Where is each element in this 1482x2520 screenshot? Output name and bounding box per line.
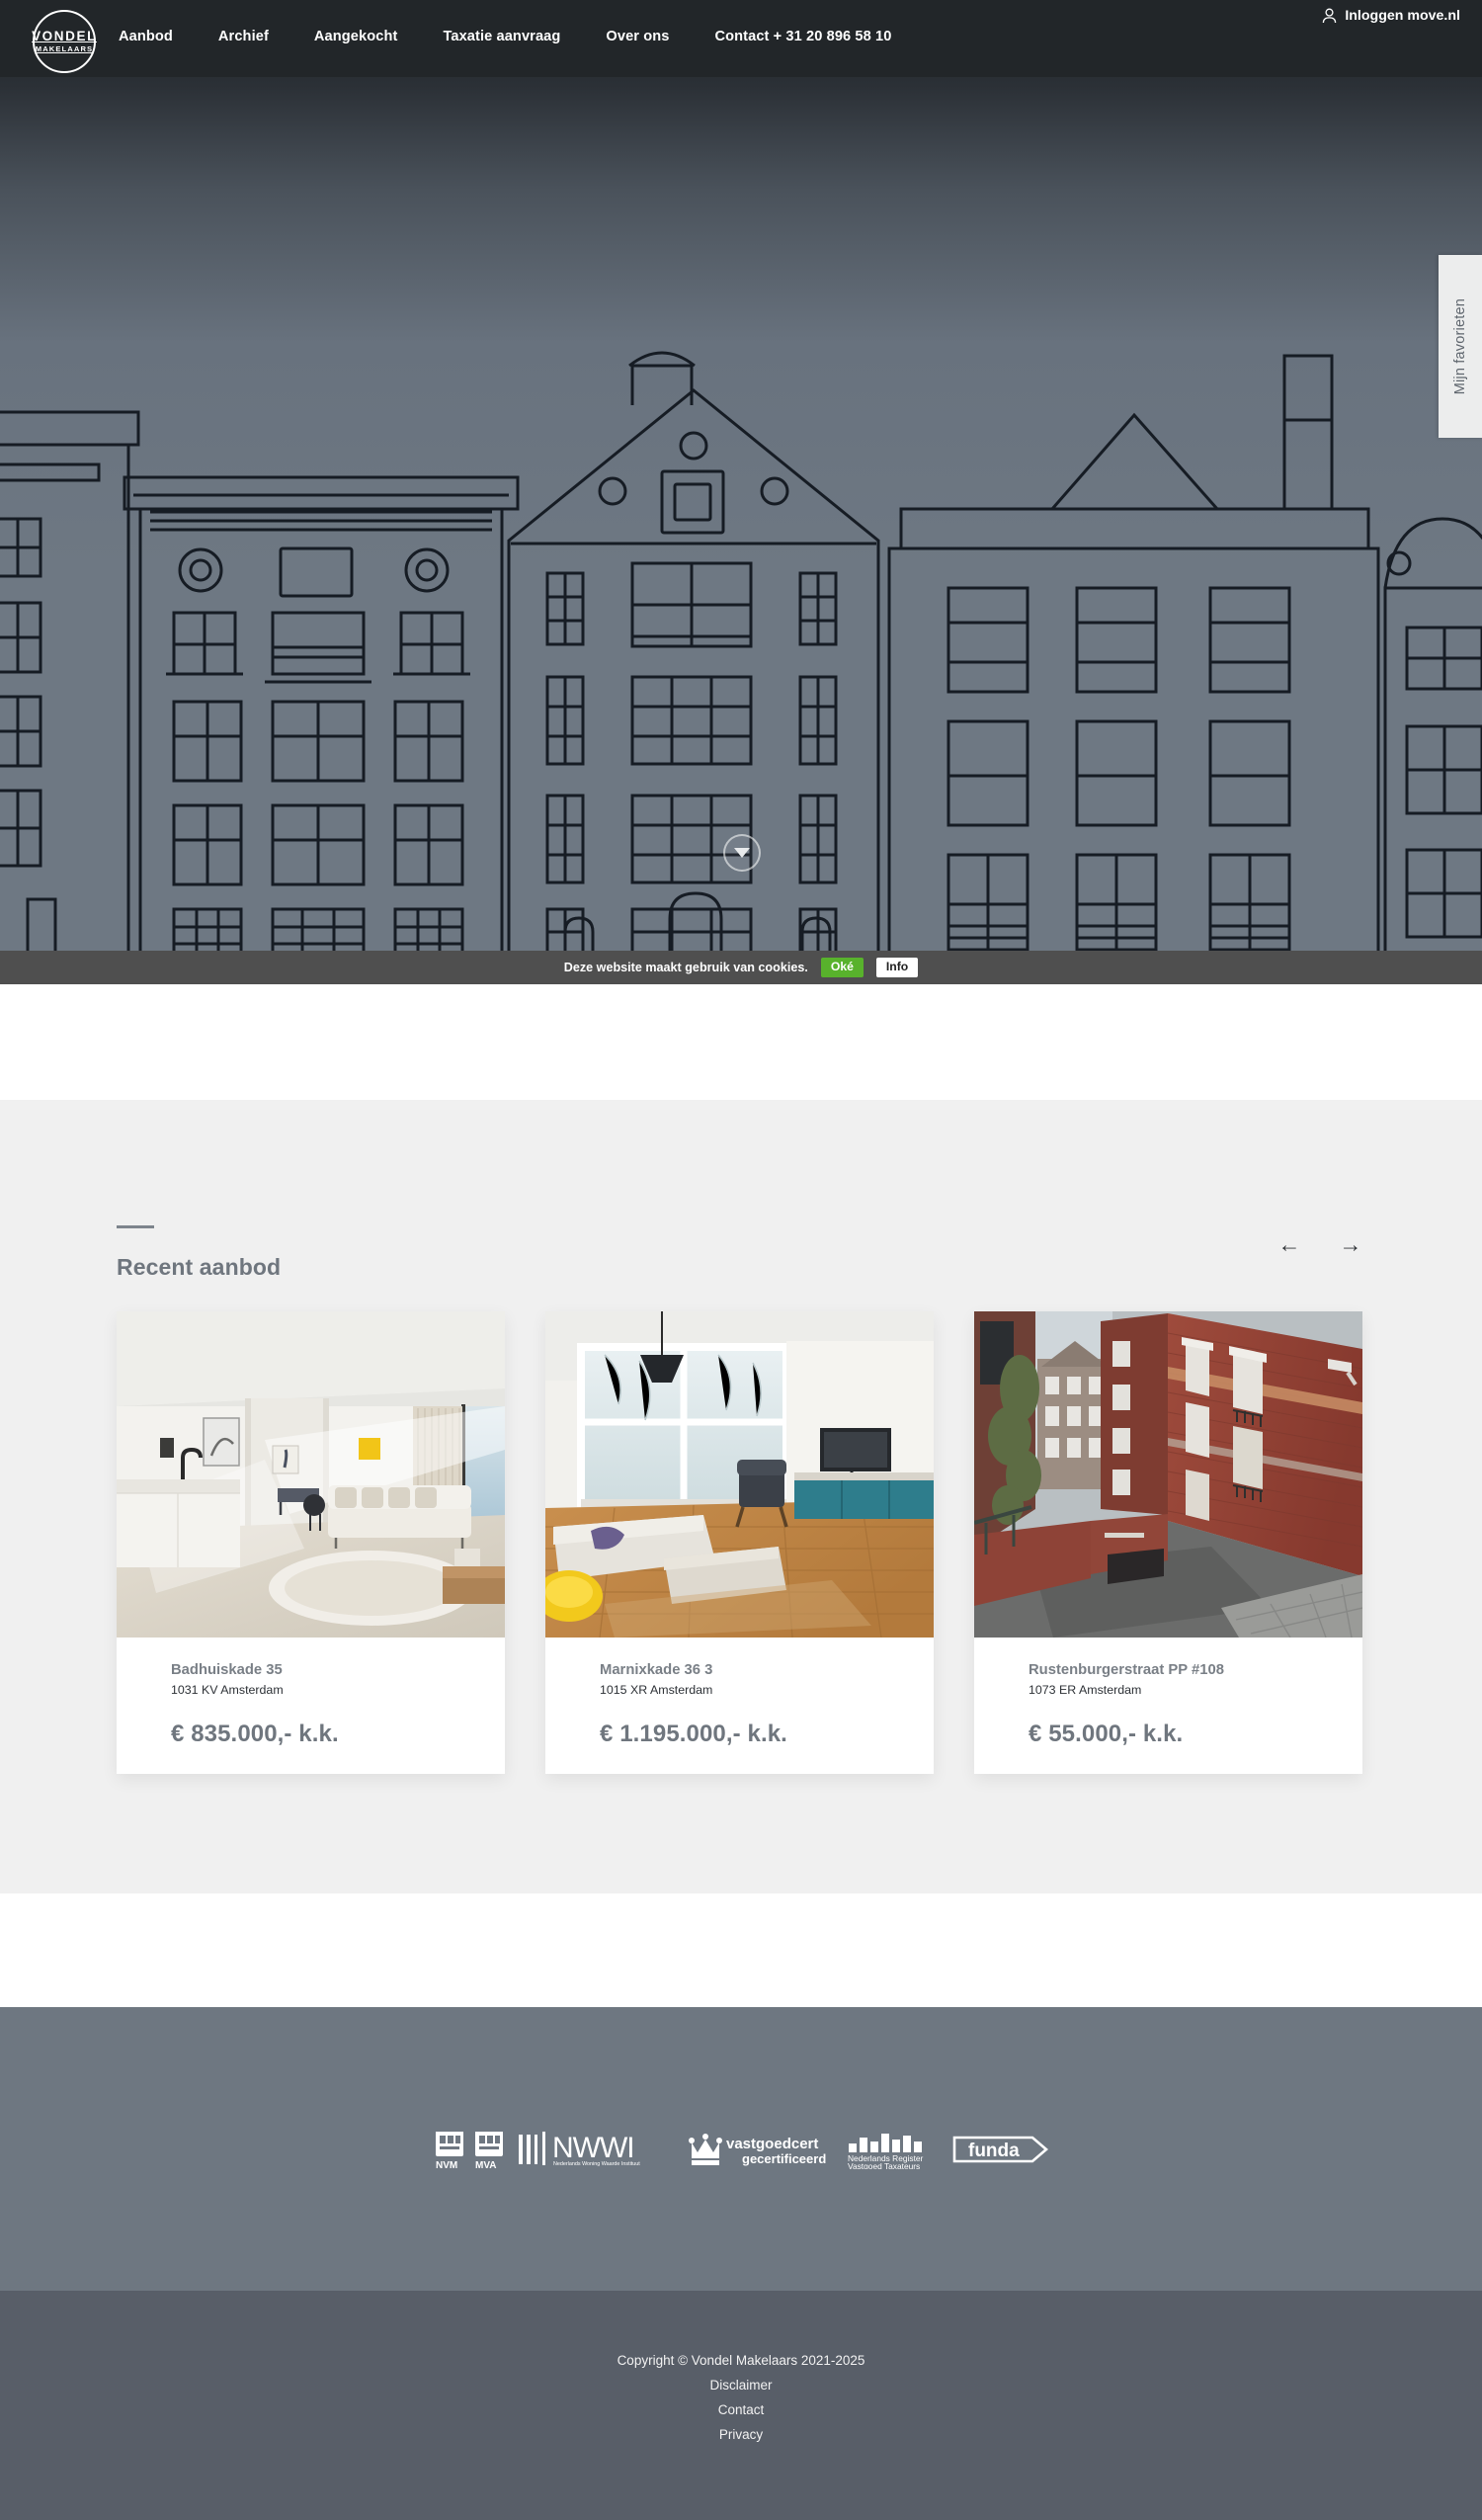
listing-postcode-city: 1015 XR Amsterdam	[600, 1683, 713, 1698]
listing-card[interactable]: Badhuiskade 35 1031 KV Amsterdam € 835.0…	[117, 1311, 505, 1774]
listing-address: Marnixkade 36 3	[600, 1662, 713, 1678]
nav-item-taxatie-aanvraag[interactable]: Taxatie aanvraag	[443, 29, 560, 44]
nvm-mva-logo: NVM MVA	[436, 2131, 503, 2171]
nav-item-aanbod[interactable]: Aanbod	[119, 29, 173, 44]
partner-logo-strip: NVM MVA NWWI Nederlands Woning Waarde In…	[432, 2128, 1050, 2171]
listing-price: € 835.000,- k.k.	[171, 1720, 339, 1747]
svg-text:Nederlands Woning Waarde Insti: Nederlands Woning Waarde Instituut	[553, 2161, 640, 2167]
listing-photo	[545, 1311, 934, 1638]
site-logo[interactable]: VONDEL MAKELAARS	[32, 10, 97, 73]
listing-postcode-city: 1073 ER Amsterdam	[1029, 1683, 1142, 1698]
svg-text:Vastgoed Taxateurs: Vastgoed Taxateurs	[848, 2161, 920, 2169]
content-spacer-top	[0, 984, 1482, 1100]
listing-card-list: Badhuiskade 35 1031 KV Amsterdam € 835.0…	[117, 1311, 1362, 1774]
login-link[interactable]: Inloggen move.nl	[1322, 8, 1460, 24]
nwwi-logo: NWWI Nederlands Woning Waarde Instituut	[542, 2131, 640, 2167]
listing-details: Marnixkade 36 3 1015 XR Amsterdam € 1.19…	[545, 1638, 934, 1774]
svg-text:MVA: MVA	[475, 2160, 496, 2171]
listing-address: Rustenburgerstraat PP #108	[1029, 1662, 1224, 1678]
svg-text:NWWI: NWWI	[552, 2132, 634, 2164]
cookie-info-button[interactable]: Info	[875, 957, 919, 978]
footer-link-disclaimer[interactable]: Disclaimer	[0, 2374, 1482, 2398]
nav-item-aangekocht[interactable]: Aangekocht	[314, 29, 398, 44]
listing-card[interactable]: Rustenburgerstraat PP #108 1073 ER Amste…	[974, 1311, 1362, 1774]
divider-bars-icon	[519, 2134, 537, 2164]
footer-link-privacy[interactable]: Privacy	[0, 2423, 1482, 2448]
listing-card[interactable]: Marnixkade 36 3 1015 XR Amsterdam € 1.19…	[545, 1311, 934, 1774]
listing-details: Rustenburgerstraat PP #108 1073 ER Amste…	[974, 1638, 1362, 1774]
cookie-banner: Deze website maakt gebruik van cookies. …	[0, 951, 1482, 984]
svg-text:gecertificeerd: gecertificeerd	[742, 2151, 826, 2166]
listing-price: € 1.195.000,- k.k.	[600, 1720, 787, 1747]
svg-text:vastgoedcert: vastgoedcert	[726, 2136, 818, 2152]
section-title: Recent aanbod	[117, 1254, 282, 1280]
listing-postcode-city: 1031 KV Amsterdam	[171, 1683, 284, 1698]
carousel-next-button[interactable]: →	[1338, 1231, 1363, 1257]
section-rule	[117, 1225, 154, 1228]
favorites-tab-label: Mijn favorieten	[1452, 297, 1468, 395]
user-icon	[1323, 8, 1337, 24]
partner-logos-section: NVM MVA NWWI Nederlands Woning Waarde In…	[0, 2007, 1482, 2291]
svg-text:NVM: NVM	[436, 2160, 457, 2171]
logo-line-2: MAKELAARS	[35, 44, 94, 54]
scroll-down-button[interactable]	[723, 834, 761, 872]
favorites-tab[interactable]: Mijn favorieten	[1439, 255, 1482, 438]
nav-item-contact[interactable]: Contact + 31 20 896 58 10	[714, 29, 891, 44]
main-navigation: Aanbod Archief Aangekocht Taxatie aanvra…	[119, 29, 891, 44]
site-header: VONDEL MAKELAARS Aanbod Archief Aangekoc…	[0, 0, 1482, 77]
listing-price: € 55.000,- k.k.	[1029, 1720, 1184, 1747]
login-label: Inloggen move.nl	[1345, 8, 1460, 24]
nav-item-over-ons[interactable]: Over ons	[606, 29, 669, 44]
chevron-down-icon	[734, 848, 750, 858]
footer-link-contact[interactable]: Contact	[0, 2398, 1482, 2423]
listing-photo	[117, 1311, 505, 1638]
nav-item-archief[interactable]: Archief	[218, 29, 269, 44]
hero-banner	[0, 0, 1482, 954]
carousel-navigation: ← →	[1276, 1231, 1363, 1257]
site-footer: Copyright © Vondel Makelaars 2021-2025 D…	[0, 2291, 1482, 2520]
cookie-message: Deze website maakt gebruik van cookies.	[563, 961, 808, 974]
carousel-prev-button[interactable]: ←	[1276, 1231, 1302, 1257]
listing-details: Badhuiskade 35 1031 KV Amsterdam € 835.0…	[117, 1638, 505, 1774]
funda-logo: funda	[952, 2136, 1048, 2162]
listing-photo	[974, 1311, 1362, 1638]
nrvt-logo: Nederlands Register Vastgoed Taxateurs	[848, 2133, 924, 2169]
svg-text:funda: funda	[968, 2141, 1020, 2161]
recent-listings-header: Recent aanbod	[117, 1225, 281, 1281]
logo-line-1: VONDEL	[32, 29, 97, 44]
vastgoedcert-logo: vastgoedcert gecertificeerd	[726, 2136, 826, 2166]
copyright-text: Copyright © Vondel Makelaars 2021-2025	[617, 2353, 865, 2368]
content-spacer-bottom	[0, 1893, 1482, 2007]
crown-icon	[689, 2133, 722, 2165]
listing-address: Badhuiskade 35	[171, 1662, 283, 1678]
cookie-accept-button[interactable]: Oké	[820, 957, 864, 978]
